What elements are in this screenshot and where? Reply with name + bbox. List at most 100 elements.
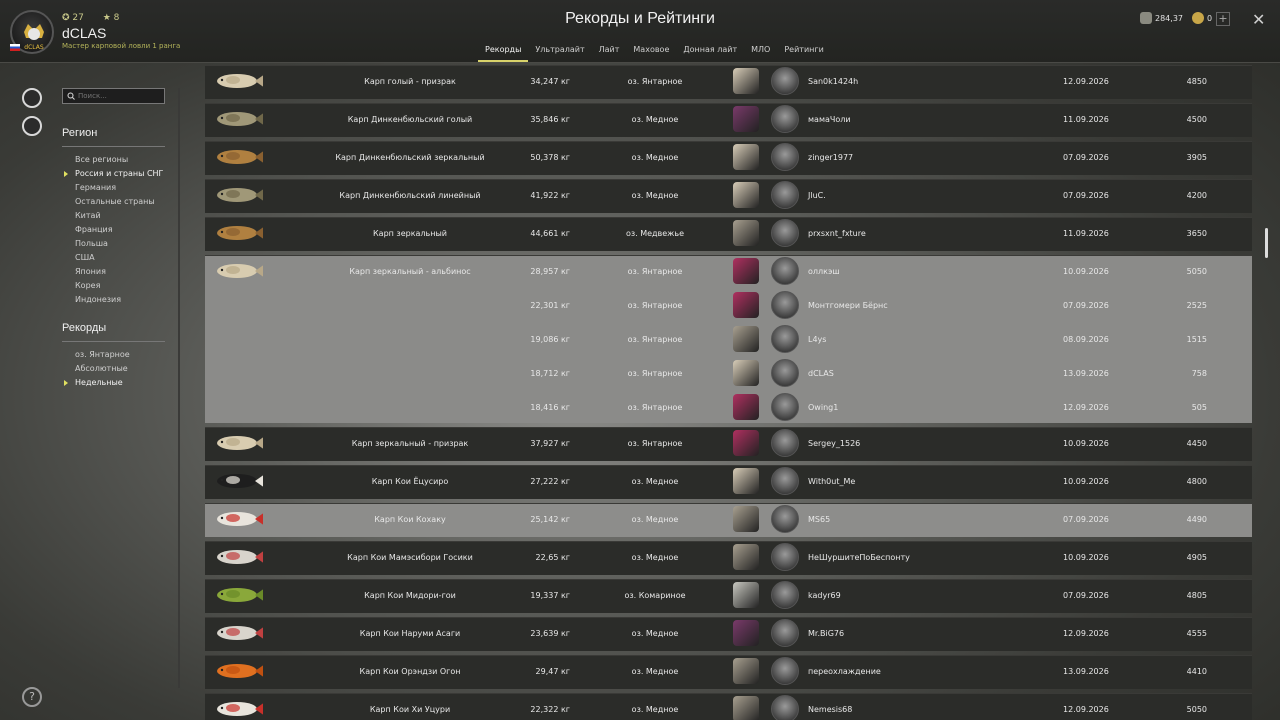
player-name[interactable]: With0ut_Me (808, 477, 855, 486)
tab-item[interactable]: Лайт (592, 44, 627, 62)
weight: 25,142 кг (530, 515, 570, 524)
regions-item[interactable]: Остальные страны (75, 195, 163, 209)
player-name[interactable]: Owing1 (808, 403, 838, 412)
player-avatar[interactable] (771, 581, 799, 609)
player-avatar[interactable] (771, 429, 799, 457)
regions-item[interactable]: США (75, 251, 163, 265)
player-name[interactable]: zinger1977 (808, 153, 853, 162)
table-row[interactable]: Карп Кои Кохаку 25,142 кг оз. Медное MS65 07… (205, 503, 1252, 537)
player-avatar[interactable] (771, 543, 799, 571)
record-date: 07.09.2026 (1063, 301, 1109, 310)
player-name[interactable]: MS65 (808, 515, 830, 524)
bait-icon (733, 326, 759, 352)
regions-item[interactable]: Германия (75, 181, 163, 195)
player-name[interactable]: переохлаждение (808, 667, 881, 676)
player-avatar[interactable] (771, 257, 799, 285)
table-row-group[interactable]: Карп зеркальный - альбинос 28,957 кг оз. Я… (205, 255, 1252, 423)
table-row[interactable]: Карп зеркальный 44,661 кг оз. Медвежье prxs… (205, 217, 1252, 251)
player-name[interactable]: НеШуршитеПоБеспонту (808, 553, 910, 562)
table-row[interactable]: Карп голый - призрак 34,247 кг оз. Янтарно… (205, 65, 1252, 99)
player-avatar[interactable] (771, 67, 799, 95)
tab-item[interactable]: Рейтинги (777, 44, 830, 62)
close-button[interactable]: ✕ (1252, 10, 1265, 29)
regions-item[interactable]: Франция (75, 223, 163, 237)
player-avatar[interactable] (771, 291, 799, 319)
regions-item[interactable]: Япония (75, 265, 163, 279)
player-avatar[interactable] (771, 695, 799, 720)
weight: 22,322 кг (530, 705, 570, 714)
table-row[interactable]: Карп Кои Мидори-гои 19,337 кг оз. Комарино… (205, 579, 1252, 613)
players-icon[interactable] (22, 88, 42, 108)
player-name[interactable]: Mr.BiG76 (808, 629, 844, 638)
bait-icon (733, 658, 759, 684)
records-item[interactable]: оз. Янтарное (75, 348, 130, 362)
player-name[interactable]: мамаЧоли (808, 115, 851, 124)
player-name[interactable]: kadyr69 (808, 591, 841, 600)
records-item[interactable]: Недельные (64, 376, 130, 390)
player-name[interactable]: San0k1424h (808, 77, 858, 86)
player-name[interactable]: оллкэш (808, 267, 840, 276)
record-date: 10.09.2026 (1063, 477, 1109, 486)
bait-icon (733, 582, 759, 608)
player-avatar[interactable] (771, 657, 799, 685)
tab-item[interactable]: Ультралайт (528, 44, 591, 62)
trophy-icon[interactable] (22, 116, 42, 136)
location: оз. Медное (631, 553, 679, 562)
add-currency-button[interactable]: + (1216, 12, 1230, 26)
table-row[interactable]: Карп Динкенбюльский зеркальный 50,378 кг о… (205, 141, 1252, 175)
player-name[interactable]: prxsxnt_fxture (808, 229, 866, 238)
bait-icon (733, 620, 759, 646)
player-avatar[interactable] (771, 505, 799, 533)
regions-item[interactable]: Китай (75, 209, 163, 223)
tab-bar: Рекорды Ультралайт Лайт Маховое Донная лайт М… (478, 44, 831, 62)
weight: 22,301 кг (530, 301, 570, 310)
help-icon[interactable]: ? (22, 687, 42, 707)
table-row[interactable]: Карп Динкенбюльский голый 35,846 кг оз. Ме… (205, 103, 1252, 137)
records-item[interactable]: Абсолютные (75, 362, 130, 376)
player-name[interactable]: dCLAS (808, 369, 834, 378)
bait-icon (733, 182, 759, 208)
player-name[interactable]: Nemesis68 (808, 705, 852, 714)
table-row[interactable]: Карп Кои Хи Уцури 22,322 кг оз. Медное Neme… (205, 693, 1252, 720)
scrollbar[interactable] (1265, 228, 1268, 258)
player-avatar[interactable] (771, 143, 799, 171)
table-row[interactable]: Карп Кои Орэндзи Огон 29,47 кг оз. Медное п… (205, 655, 1252, 689)
search-box[interactable] (62, 88, 165, 104)
table-row[interactable]: Карп Кои Ёцусиро 27,222 кг оз. Медное With0… (205, 465, 1252, 499)
search-input[interactable] (78, 92, 163, 100)
tab-item[interactable]: МЛО (744, 44, 777, 62)
player-avatar[interactable] (771, 219, 799, 247)
regions-item[interactable]: Индонезия (75, 293, 163, 307)
gold-balance: 0 (1192, 12, 1212, 24)
player-avatar[interactable] (771, 393, 799, 421)
regions-item[interactable]: Польша (75, 237, 163, 251)
player-name[interactable]: L4ys (808, 335, 826, 344)
player-avatar[interactable] (771, 181, 799, 209)
player-avatar[interactable] (771, 467, 799, 495)
weight: 35,846 кг (530, 115, 570, 124)
player-name[interactable]: JluC. (808, 191, 826, 200)
fish-icon (217, 74, 263, 88)
regions-item[interactable]: Россия и страны СНГ (64, 167, 163, 181)
player-name[interactable]: Sergey_1526 (808, 439, 860, 448)
player-avatar[interactable] (771, 619, 799, 647)
regions-item[interactable]: Корея (75, 279, 163, 293)
player-avatar[interactable] (771, 359, 799, 387)
player-avatar[interactable] (771, 325, 799, 353)
player-avatar[interactable] (771, 105, 799, 133)
table-row[interactable]: Карп Кои Наруми Асаги 23,639 кг оз. Медное… (205, 617, 1252, 651)
location: оз. Медвежье (625, 229, 685, 238)
regions-item[interactable]: Все регионы (75, 153, 163, 167)
weight: 44,661 кг (530, 229, 570, 238)
player-name[interactable]: Монтгомери Бёрнс (808, 301, 888, 310)
location: оз. Медное (631, 115, 679, 124)
table-row[interactable]: Карп Динкенбюльский линейный 41,922 кг оз.… (205, 179, 1252, 213)
table-row[interactable]: Карп Кои Мамэсибори Госики 22,65 кг оз. Ме… (205, 541, 1252, 575)
bait-icon (733, 144, 759, 170)
record-date: 11.09.2026 (1063, 229, 1109, 238)
tab-item[interactable]: Рекорды (478, 44, 529, 62)
fish-icon (217, 226, 263, 240)
table-row[interactable]: Карп зеркальный - призрак 37,927 кг оз. Ян… (205, 427, 1252, 461)
tab-item[interactable]: Маховое (626, 44, 676, 62)
tab-item[interactable]: Донная лайт (676, 44, 744, 62)
